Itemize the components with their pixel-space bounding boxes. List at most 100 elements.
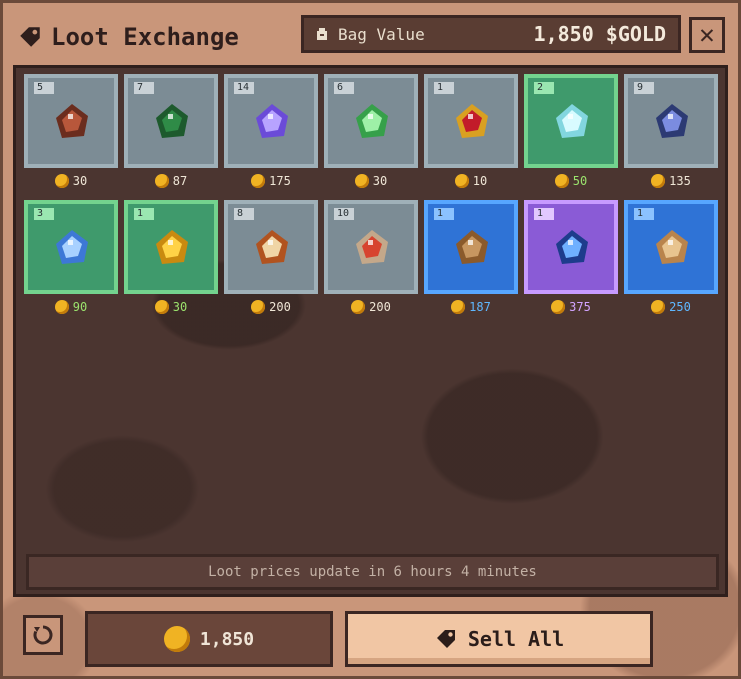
- logs-icon: [56, 104, 88, 138]
- item-price-value: 87: [172, 174, 188, 188]
- item-price: 135: [624, 174, 718, 188]
- egg-gem-icon: [556, 104, 588, 138]
- item-quantity: 1: [134, 208, 154, 220]
- item-price: 200: [324, 300, 418, 314]
- coin-icon: [251, 174, 266, 188]
- item-quantity: 8: [234, 208, 254, 220]
- bag-value-label: Bag Value: [338, 24, 425, 44]
- item-price-value: 200: [369, 300, 391, 314]
- loot-item-crown[interactable]: 1 10: [424, 74, 518, 194]
- item-slot[interactable]: 14: [224, 74, 318, 168]
- loot-item-green-gem[interactable]: 6 30: [324, 74, 418, 194]
- item-price-value: 30: [372, 174, 388, 188]
- item-quantity: 10: [334, 208, 354, 220]
- item-quantity: 1: [434, 82, 454, 94]
- loot-exchange-window: Loot Exchange Bag Value 1,850 $GOLD ✕ 5 3…: [0, 0, 741, 679]
- hourglass-icon: [556, 230, 588, 264]
- item-price-value: 30: [72, 174, 88, 188]
- loot-item-hourglass[interactable]: 1 375: [524, 200, 618, 320]
- coin-icon: [354, 174, 369, 188]
- item-price: 50: [524, 174, 618, 188]
- item-slot[interactable]: 1: [124, 200, 218, 294]
- coin-icon: [651, 300, 666, 314]
- item-slot[interactable]: 1: [524, 200, 618, 294]
- item-price-value: 250: [669, 300, 691, 314]
- loot-item-rune-disk[interactable]: 1 187: [424, 200, 518, 320]
- item-slot[interactable]: 8: [224, 200, 318, 294]
- item-quantity: 1: [534, 208, 554, 220]
- crystal-icon: [256, 104, 288, 138]
- item-price: 175: [224, 174, 318, 188]
- coin-icon: [351, 300, 366, 314]
- item-quantity: 1: [634, 208, 654, 220]
- loot-item-egg-gem[interactable]: 2 50: [524, 74, 618, 194]
- ice-cube-icon: [56, 230, 88, 264]
- item-quantity: 9: [634, 82, 654, 94]
- coin-icon: [554, 174, 569, 188]
- window-title: Loot Exchange: [17, 17, 239, 57]
- item-price-value: 50: [572, 174, 588, 188]
- coin-icon: [451, 300, 466, 314]
- tag-icon: [436, 630, 455, 648]
- sell-all-button[interactable]: Sell All: [345, 611, 653, 667]
- bag-value-amount: 1,850 $GOLD: [533, 22, 666, 46]
- loot-item-gear-eye[interactable]: 10 200: [324, 200, 418, 320]
- item-quantity: 14: [234, 82, 254, 94]
- item-quantity: 1: [434, 208, 454, 220]
- loot-panel: 5 30 7 87 14 175 6 30 1 10 2 50 9 135 3 90 1 30 8 200 10 200 1…: [13, 65, 728, 597]
- loot-item-dark-claw[interactable]: 9 135: [624, 74, 718, 194]
- price-update-notice: Loot prices update in 6 hours 4 minutes: [26, 554, 719, 590]
- item-price: 30: [324, 174, 418, 188]
- loot-item-crystal[interactable]: 14 175: [224, 74, 318, 194]
- item-slot[interactable]: 9: [624, 74, 718, 168]
- loot-item-gold-bar[interactable]: 1 30: [124, 200, 218, 320]
- coin-icon: [454, 174, 469, 188]
- loot-item-scroll[interactable]: 1 250: [624, 200, 718, 320]
- item-slot[interactable]: 6: [324, 74, 418, 168]
- item-price: 30: [24, 174, 118, 188]
- coin-icon: [54, 300, 69, 314]
- close-icon: ✕: [699, 20, 715, 50]
- green-gem-icon: [356, 104, 388, 138]
- item-slot[interactable]: 10: [324, 200, 418, 294]
- item-price-value: 187: [469, 300, 491, 314]
- book-icon: [256, 230, 288, 264]
- total-gold-amount: 1,850: [199, 628, 255, 650]
- coin-icon: [154, 174, 169, 188]
- total-gold: 1,850: [85, 611, 333, 667]
- item-slot[interactable]: 1: [624, 200, 718, 294]
- loot-grid: 5 30 7 87 14 175 6 30 1 10 2 50 9 135 3 90 1 30 8 200 10 200 1…: [24, 74, 718, 320]
- claw-icon: [656, 104, 688, 138]
- bag-icon: [317, 28, 327, 40]
- loot-item-leaf[interactable]: 7 87: [124, 74, 218, 194]
- item-price: 200: [224, 300, 318, 314]
- loot-item-logs[interactable]: 5 30: [24, 74, 118, 194]
- rune-disk-icon: [456, 230, 488, 264]
- coin-icon: [551, 300, 566, 314]
- item-slot[interactable]: 1: [424, 74, 518, 168]
- item-slot[interactable]: 3: [24, 200, 118, 294]
- item-price-value: 90: [72, 300, 88, 314]
- loot-item-spellbook[interactable]: 8 200: [224, 200, 318, 320]
- scroll-icon: [656, 230, 688, 264]
- item-price: 90: [24, 300, 118, 314]
- item-slot[interactable]: 5: [24, 74, 118, 168]
- item-quantity: 6: [334, 82, 354, 94]
- item-quantity: 7: [134, 82, 154, 94]
- item-slot[interactable]: 7: [124, 74, 218, 168]
- loot-item-ice-cube[interactable]: 3 90: [24, 200, 118, 320]
- item-price: 87: [124, 174, 218, 188]
- tag-icon: [20, 27, 40, 47]
- item-slot[interactable]: 1: [424, 200, 518, 294]
- gold-bar-icon: [156, 230, 188, 264]
- item-price-value: 135: [669, 174, 691, 188]
- refresh-button[interactable]: [23, 615, 63, 655]
- item-price: 250: [624, 300, 718, 314]
- sell-all-label: Sell All: [467, 627, 565, 651]
- close-button[interactable]: ✕: [689, 17, 725, 53]
- item-price-value: 10: [472, 174, 488, 188]
- item-slot[interactable]: 2: [524, 74, 618, 168]
- item-price: 30: [124, 300, 218, 314]
- item-price: 187: [424, 300, 518, 314]
- coin-icon: [154, 300, 169, 314]
